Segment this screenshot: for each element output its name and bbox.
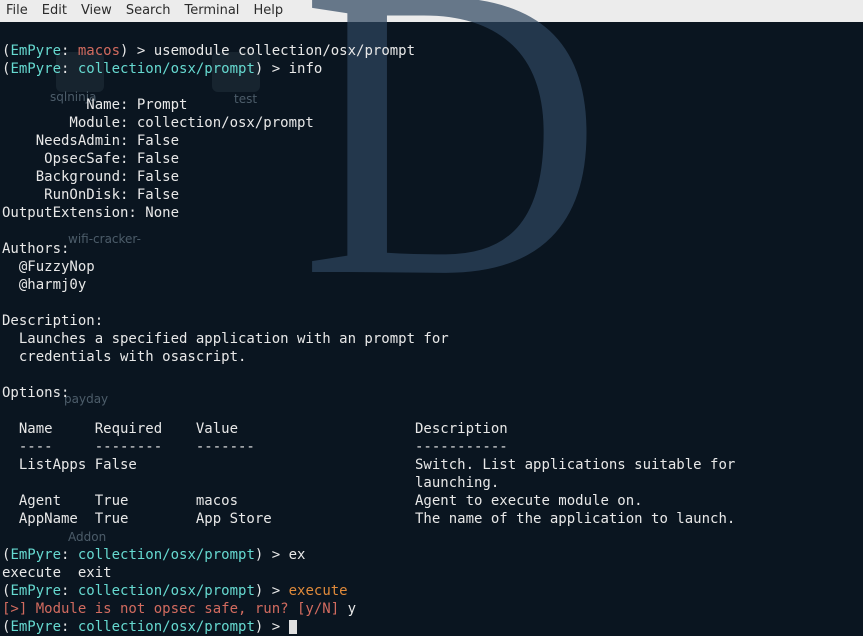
- info-runondisk: RunOnDisk: False: [2, 187, 179, 203]
- menu-file[interactable]: File: [6, 2, 28, 20]
- prompt-line-4: (EmPyre: collection/osx/prompt) > execut…: [2, 583, 348, 599]
- info-name: Name: Prompt: [2, 97, 187, 113]
- terminal[interactable]: (EmPyre: macos) > usemodule collection/o…: [0, 22, 863, 613]
- tab-complete: execute exit: [2, 565, 112, 581]
- description-line-2: credentials with osascript.: [2, 349, 246, 365]
- menu-help[interactable]: Help: [253, 2, 283, 20]
- opsec-warning: [>] Module is not opsec safe, run? [y/N]…: [2, 601, 356, 617]
- cursor: [289, 620, 297, 634]
- menu-edit[interactable]: Edit: [42, 2, 67, 20]
- menu-search[interactable]: Search: [126, 2, 171, 20]
- info-opsecsafe: OpsecSafe: False: [2, 151, 179, 167]
- menu-view[interactable]: View: [81, 2, 112, 20]
- author-2: @harmj0y: [2, 277, 86, 293]
- prompt-line-2: (EmPyre: collection/osx/prompt) > info: [2, 61, 322, 77]
- options-columns: Name Required Value Description: [2, 421, 508, 437]
- author-1: @FuzzyNop: [2, 259, 95, 275]
- menu-terminal[interactable]: Terminal: [184, 2, 239, 20]
- prompt-line-3: (EmPyre: collection/osx/prompt) > ex: [2, 547, 305, 563]
- option-agent: Agent True macos Agent to execute module…: [2, 493, 643, 509]
- info-needsadmin: NeedsAdmin: False: [2, 133, 179, 149]
- prompt-line-5: (EmPyre: collection/osx/prompt) >: [2, 619, 297, 635]
- authors-header: Authors:: [2, 241, 69, 257]
- menubar: File Edit View Search Terminal Help: [0, 0, 863, 22]
- option-listapps-1: ListApps False Switch. List applications…: [2, 457, 735, 473]
- description-header: Description:: [2, 313, 103, 329]
- info-module: Module: collection/osx/prompt: [2, 115, 314, 131]
- prompt-line-1: (EmPyre: macos) > usemodule collection/o…: [2, 43, 415, 59]
- info-outputext: OutputExtension: None: [2, 205, 179, 221]
- options-divider: ---- -------- ------- -----------: [2, 439, 508, 455]
- description-line-1: Launches a specified application with an…: [2, 331, 449, 347]
- option-listapps-2: launching.: [2, 475, 499, 491]
- option-appname: AppName True App Store The name of the a…: [2, 511, 735, 527]
- options-header: Options:: [2, 385, 69, 401]
- info-background: Background: False: [2, 169, 179, 185]
